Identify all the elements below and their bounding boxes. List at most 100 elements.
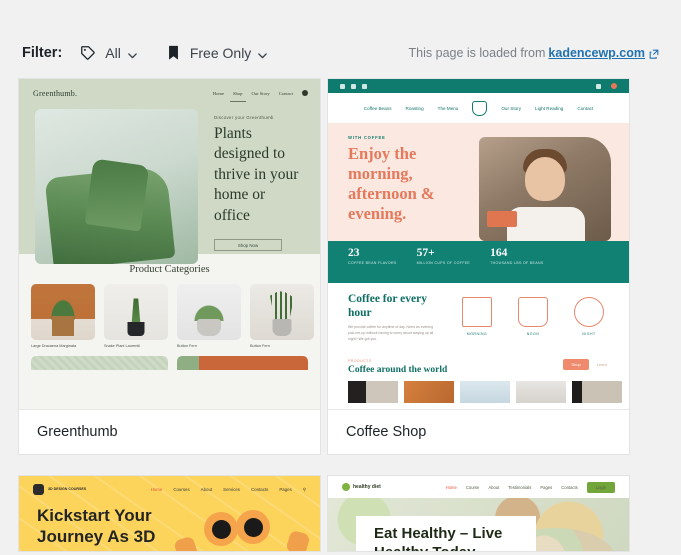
stat-number: 57+ <box>416 247 435 259</box>
instagram-icon <box>362 83 367 89</box>
source-link[interactable]: kadencewp.com <box>548 46 645 60</box>
category-filter-dropdown[interactable]: All <box>80 45 138 61</box>
template-browser-page: Filter: All Free Only This page is loade… <box>0 0 681 555</box>
coffee-utility-bar <box>328 79 629 93</box>
template-preview-greenthumb[interactable]: Greenthumb. Home Shop Our Story Contact … <box>19 79 320 409</box>
product-photo <box>104 284 168 340</box>
product-caption: Snake Plant Laurentii <box>104 344 141 348</box>
nav-item: Shop <box>233 90 243 96</box>
search-icon: ⚲ <box>302 486 306 492</box>
template-card-3d-courses[interactable]: 3D DESIGN COURSES Home Courses About Ser… <box>18 475 321 552</box>
template-card-greenthumb[interactable]: Greenthumb. Home Shop Our Story Contact … <box>18 78 321 455</box>
diet-nav: healthy diet Home Course About Testimoni… <box>328 476 629 498</box>
nav-item: Light Reading <box>535 105 564 111</box>
card-title: Coffee Shop <box>346 424 427 440</box>
source-notice-prefix: This page is loaded from <box>408 46 546 60</box>
stat-number: 164 <box>490 247 508 259</box>
product-categories-section: Product Categories Large Dracaena Margin… <box>19 254 320 348</box>
category-filter-value: All <box>105 45 121 61</box>
facebook-icon <box>340 83 345 89</box>
coffee-stats: 23 COFFEE BEAN FLAVORS 57+ MILLION CUPS … <box>328 241 629 283</box>
courses-logo: 3D DESIGN COURSES <box>33 484 86 495</box>
product-row: Large Dracaena Marginata Snake Plant Lau… <box>31 284 314 348</box>
product-thumb <box>348 381 398 403</box>
product-item: Button Fern <box>177 284 241 348</box>
preview-fold-strip <box>19 356 320 370</box>
product-caption: Button Fern <box>250 344 270 348</box>
latte-art-icon <box>574 297 604 327</box>
greenthumb-hero: Greenthumb. Home Shop Our Story Contact … <box>19 79 320 264</box>
coffee-cup-logo-icon <box>472 100 488 116</box>
hero-heading: Plants designed to thrive in your home o… <box>214 125 299 224</box>
filter-bar: Filter: All Free Only This page is loade… <box>0 36 681 70</box>
learn-button: Learn <box>596 362 607 367</box>
nav-item: Pages <box>540 484 553 490</box>
greenthumb-copy: Discover your Greenthumb Plants designed… <box>198 87 312 252</box>
product-caption: Large Dracaena Marginata <box>31 344 77 348</box>
nav-item: Our Story <box>501 105 522 111</box>
product-item: Large Dracaena Marginata <box>31 284 95 348</box>
product-caption: Button Fern <box>177 344 197 348</box>
price-filter-dropdown[interactable]: Free Only <box>166 45 268 61</box>
nav-item: Contact <box>278 90 293 96</box>
diet-logo: healthy diet <box>342 483 381 491</box>
template-card-coffee-shop[interactable]: Coffee Beans Roasting The Menu Our Story… <box>327 78 630 455</box>
nav-underline <box>230 101 246 102</box>
products-buttons: Shop Learn <box>563 359 607 370</box>
nav-item: Home <box>150 487 163 492</box>
login-button: Login <box>586 481 615 493</box>
fold-block-left <box>31 356 169 370</box>
twitter-icon <box>351 83 356 89</box>
template-preview-3d-courses[interactable]: 3D DESIGN COURSES Home Courses About Ser… <box>19 476 320 551</box>
product-photo <box>31 284 95 340</box>
hero-heading: Eat Healthy – Live Healthy Today <box>374 525 503 551</box>
nav-item: Contacts <box>251 487 269 492</box>
cart-icon <box>302 90 308 96</box>
nav-item: Home <box>212 90 224 96</box>
template-grid: Greenthumb. Home Shop Our Story Contact … <box>18 78 647 552</box>
utility-right <box>596 83 617 89</box>
hours-item: NIGHT <box>574 297 604 355</box>
cube-icon <box>33 484 44 495</box>
nav-item: Testimonials <box>508 484 532 490</box>
price-filter-value: Free Only <box>189 45 252 61</box>
nav-item: Courses <box>173 487 190 492</box>
nav-item: Contact <box>577 105 594 111</box>
nav-item: Course <box>465 484 480 490</box>
greenthumb-logo: Greenthumb. <box>33 89 78 98</box>
courses-nav: 3D DESIGN COURSES Home Courses About Ser… <box>19 476 320 495</box>
product-item: Snake Plant Laurentii <box>104 284 168 348</box>
greenthumb-nav: Home Shop Our Story Contact <box>213 90 308 96</box>
nav-item: Home <box>445 484 457 490</box>
coffee-hours-section: Coffee for every hour We provide coffee … <box>328 283 629 355</box>
hero-kicker: WITH COFFEE <box>348 135 386 140</box>
nav-item: Our Story <box>251 90 270 96</box>
card-footer: Coffee Shop <box>328 409 629 454</box>
shop-button: Shop <box>563 359 589 370</box>
hero-text-card: Eat Healthy – Live Healthy Today <box>356 516 536 551</box>
nav-item: Contacts <box>561 484 578 490</box>
hours-item: MORNING <box>462 297 492 355</box>
nav-item: Pages <box>279 487 292 492</box>
template-card-healthy-diet[interactable]: healthy diet Home Course About Testimoni… <box>327 475 630 552</box>
hours-body: We provide coffee for anytime of day. Ne… <box>348 325 434 341</box>
chevron-down-icon <box>127 48 138 59</box>
product-thumbnail-strip <box>348 381 629 403</box>
filter-label: Filter: <box>22 45 63 61</box>
template-preview-coffee-shop[interactable]: Coffee Beans Roasting The Menu Our Story… <box>328 79 629 409</box>
product-item: Button Fern <box>250 284 314 348</box>
tag-icon <box>80 45 96 61</box>
coffee-hero: WITH COFFEE Enjoy the morning, afternoon… <box>328 123 629 241</box>
cactus-photo <box>35 109 198 264</box>
logo-text: healthy diet <box>353 484 381 490</box>
card-footer: Greenthumb <box>19 409 320 454</box>
bookmark-icon <box>166 45 181 61</box>
coffee-nav: Coffee Beans Roasting The Menu Our Story… <box>328 93 629 123</box>
hours-item-label: MORNING <box>466 332 488 336</box>
coffee-bag-icon <box>462 297 492 327</box>
section-title: Product Categories <box>129 264 210 275</box>
nav-item: About <box>488 484 500 490</box>
template-preview-healthy-diet[interactable]: healthy diet Home Course About Testimoni… <box>328 476 629 551</box>
leaf-icon <box>342 483 350 491</box>
nav-item: The Menu <box>437 105 459 111</box>
